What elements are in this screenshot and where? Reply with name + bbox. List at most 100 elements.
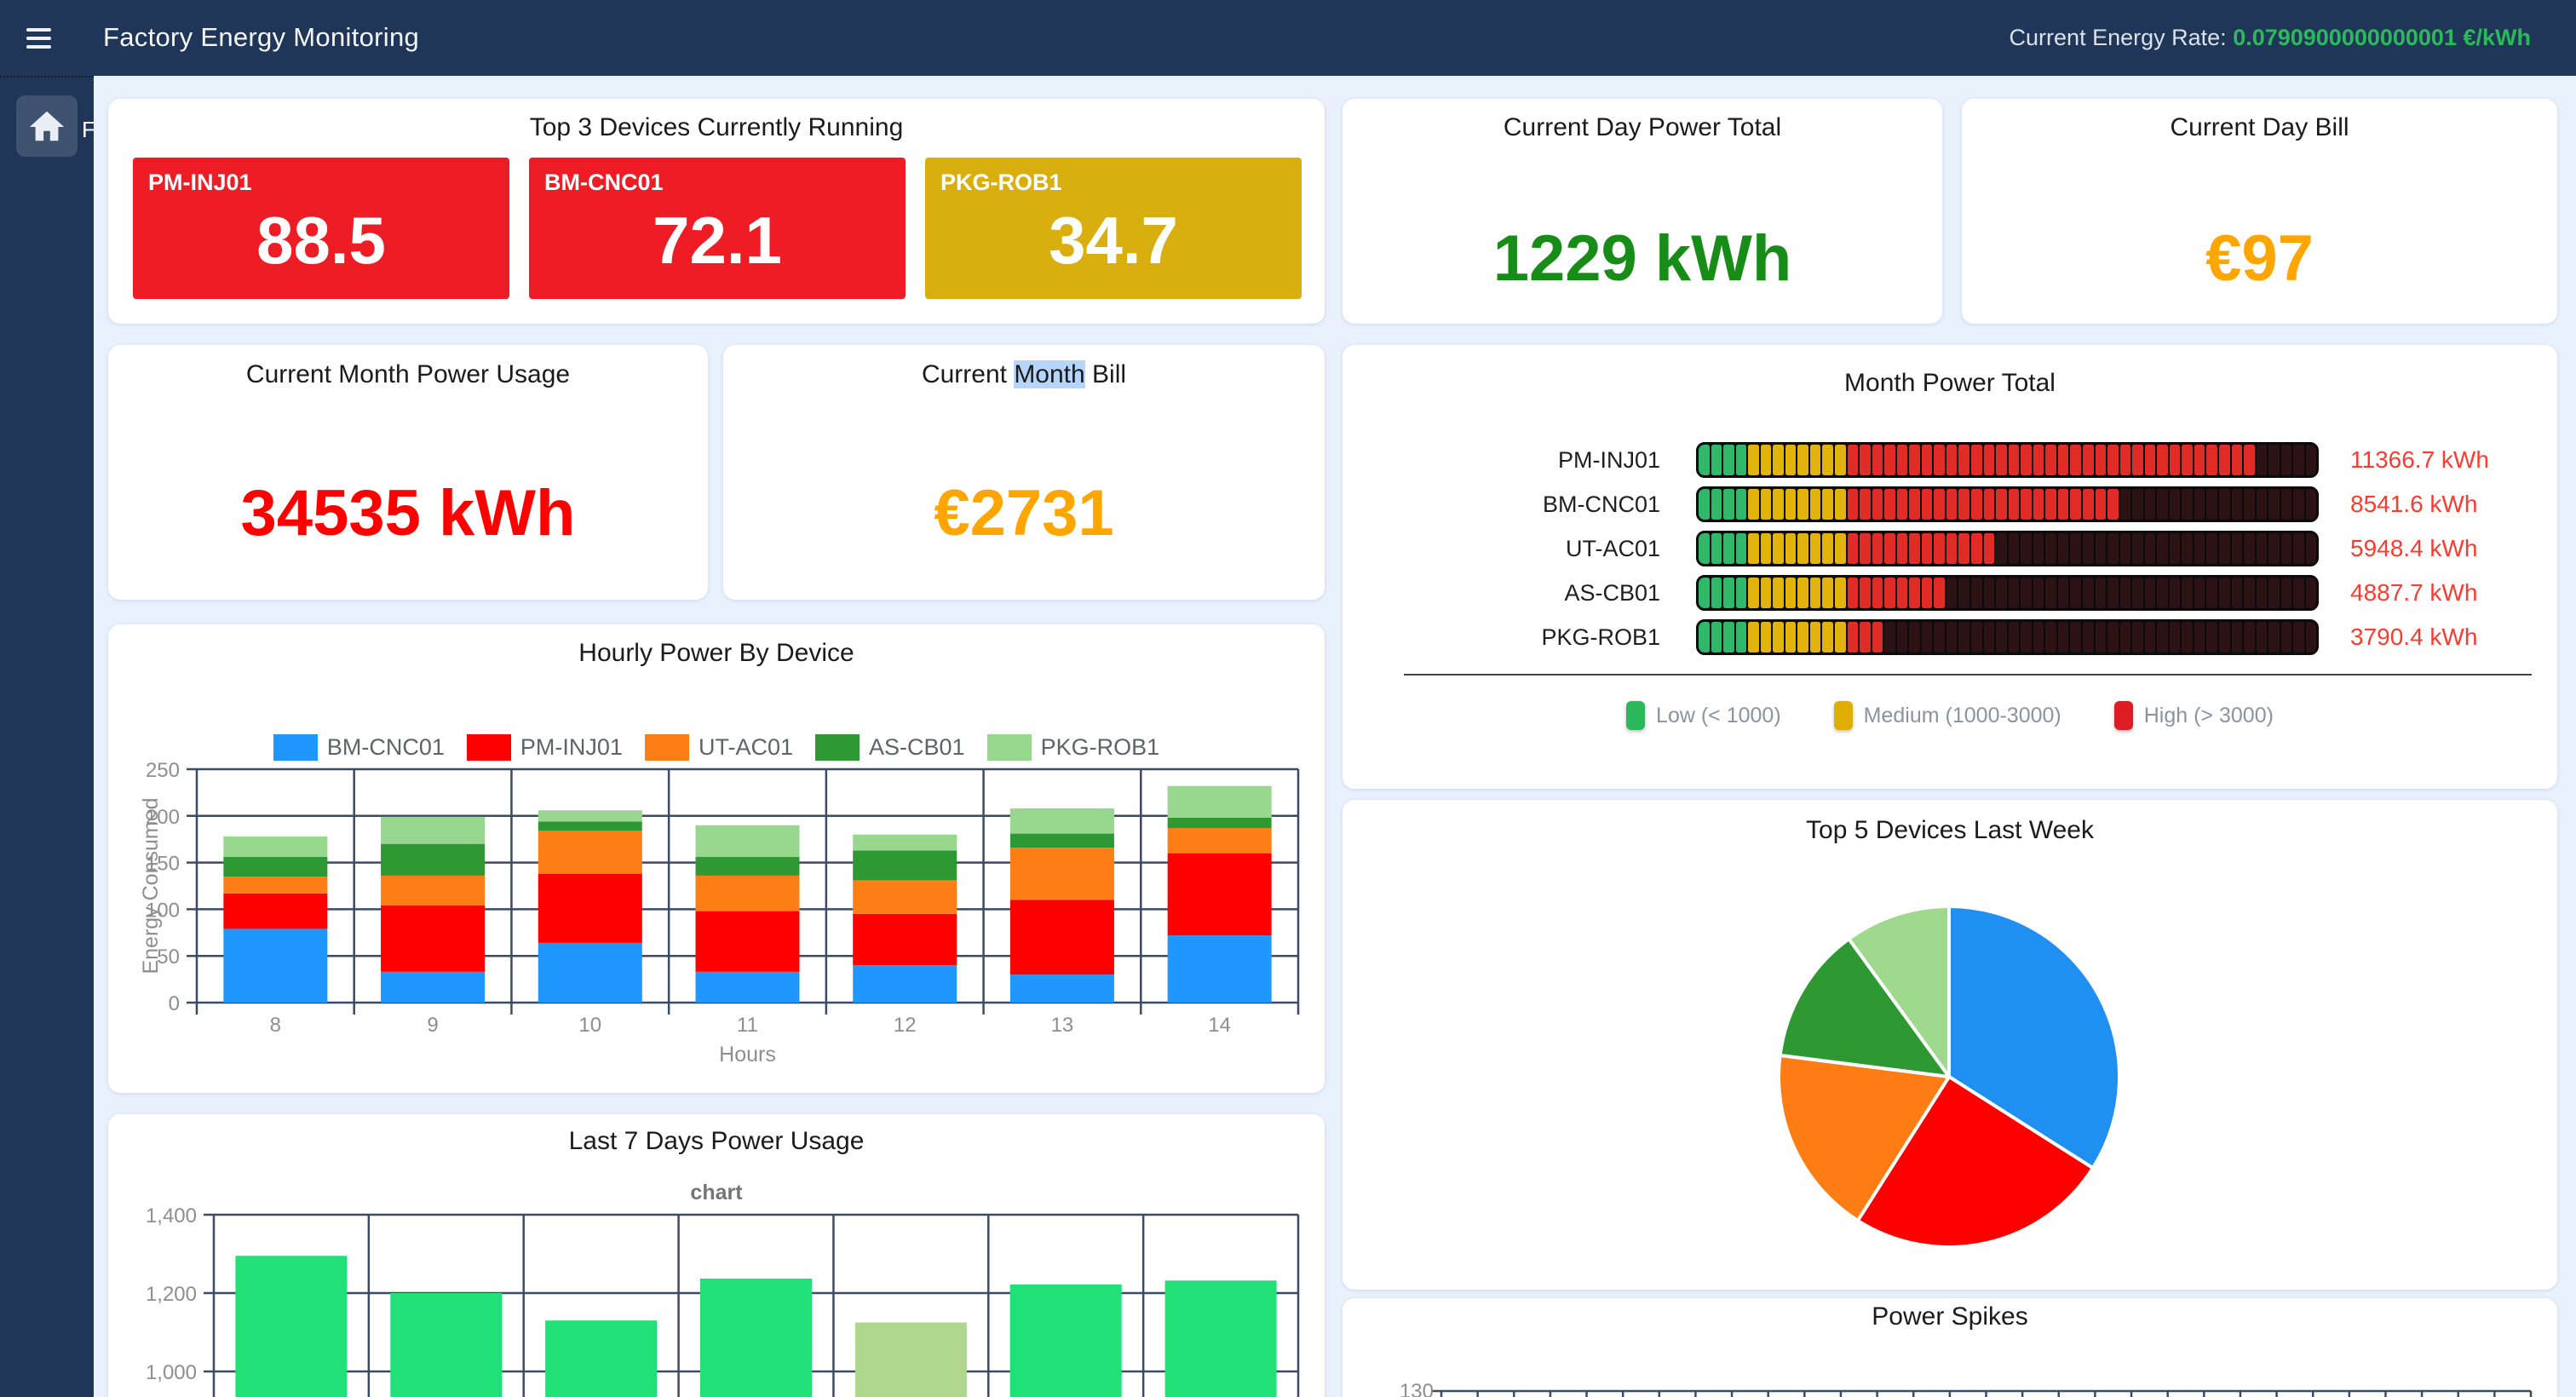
gauge-segment [2244,533,2255,564]
gauge-segment [1897,533,1908,564]
card-month-power-usage: Current Month Power Usage 34535 kWh [108,345,708,600]
gauge-segment [1822,445,1833,475]
bar [545,1320,657,1397]
menu-button[interactable] [26,28,51,49]
x-tick-label: 9 [427,1014,438,1037]
gauge-segment [1711,622,1722,653]
gauge-segment [2120,489,2131,520]
gauge-segment [1946,622,1958,653]
gauge-segment [2281,445,2292,475]
bar-segment [538,943,642,1003]
gauge-segment [2170,533,2181,564]
gauge-segment [2268,622,2280,653]
gauge-segment [2306,622,2317,653]
gauge-segment [1810,622,1821,653]
gauge-segment [1810,445,1821,475]
sidebar-home-button[interactable] [16,95,78,157]
gauge-segment [2107,445,2119,475]
gauge-segment [2070,533,2081,564]
gauge-segment [1946,578,1958,608]
energy-rate-value: 0.0790900000000001 [2233,25,2457,50]
gauge-bar [1696,442,2319,478]
gauge-segment [2021,622,2032,653]
gauge-row: AS-CB014887.7 kWh [1343,571,2557,615]
gauge-bar [1696,619,2319,655]
gauge-segment [1984,445,1995,475]
bar [235,1256,347,1397]
x-axis-title: Hours [719,1043,776,1066]
bar-segment [223,836,327,857]
gauge-segment [2070,622,2081,653]
card-day-power-total: Current Day Power Total 1229 kWh [1343,99,1942,324]
gauge-segment [1897,622,1908,653]
gauge-segment [1860,489,1871,520]
gauge-value: 4887.7 kWh [2350,579,2477,607]
gauge-segment [1984,622,1995,653]
gauge-value: 5948.4 kWh [2350,535,2477,562]
x-tick-label: 11 [737,1014,758,1037]
bar [390,1293,502,1397]
gauge-segment [2257,489,2268,520]
gauge-segment [2120,622,2131,653]
gauge-segment [2009,578,2020,608]
bar-segment [381,876,485,905]
gauge-segment [1958,489,1969,520]
legend-item: Low (< 1000) [1626,701,1781,730]
gauge-segment [1785,578,1797,608]
gauge-segment [1996,622,2007,653]
gauge-segment [1822,578,1833,608]
gauge-segment [2157,489,2168,520]
gauge-segment [2232,622,2243,653]
gauge-segment [2232,489,2243,520]
gauge-segment [1810,533,1821,564]
card-last7-days: Last 7 Days Power Usage chart 1,4001,200… [108,1114,1325,1397]
gauge-segment [1761,489,1772,520]
top3-tiles: PM-INJ0188.5BM-CNC0172.1PKG-ROB134.7 [133,158,1302,299]
svg-text:1,000: 1,000 [146,1361,197,1384]
gauge-segment [2219,578,2230,608]
gauge-segment [2219,622,2230,653]
gauge-segment [2182,533,2193,564]
gauge-segment [1822,622,1833,653]
gauge-segment [1773,578,1784,608]
tile-value: 34.7 [925,207,1302,273]
bar-segment [696,972,800,1003]
gauge-segment [2232,445,2243,475]
gauge-segment [2244,622,2255,653]
gauge-segment [2170,578,2181,608]
gauge-segment [1958,578,1969,608]
gauge-segment [2182,578,2193,608]
gauge-segment [2157,445,2168,475]
gauge-segment [1984,533,1995,564]
gauge-segment [2033,622,2044,653]
gauge-segment [2206,489,2217,520]
gauge-segment [1946,533,1958,564]
gauge-segment [1699,489,1710,520]
legend-item: UT-AC01 [645,734,793,761]
gauge-segment [1909,445,1920,475]
gauge-segment [2120,578,2131,608]
gauge-segment [2244,489,2255,520]
gauge-segment [1884,489,1895,520]
card-month-bill: Current Month Bill €2731 [723,345,1325,600]
home-icon [27,106,66,146]
day-total-value: 1229 kWh [1343,227,1942,291]
gauge-segment [1984,489,1995,520]
bar-segment [1010,848,1114,900]
gauge-segment [2306,578,2317,608]
bar-segment [223,894,327,929]
bar-segment [696,825,800,857]
bar-segment [853,880,957,913]
gauge-segment [2132,578,2143,608]
gauge-segment [2257,622,2268,653]
gauge-value: 3790.4 kWh [2350,624,2477,651]
gauge-segment [2182,489,2193,520]
gauge-rows: PM-INJ0111366.7 kWhBM-CNC018541.6 kWhUT-… [1343,438,2557,659]
bar-segment [853,835,957,851]
day-bill-value: €97 [1962,227,2557,291]
gauge-segment [1848,578,1859,608]
gauge-segment [2157,578,2168,608]
card-title: Power Spikes [1343,1298,2557,1331]
gauge-segment [2257,533,2268,564]
gauge-segment [2096,578,2107,608]
